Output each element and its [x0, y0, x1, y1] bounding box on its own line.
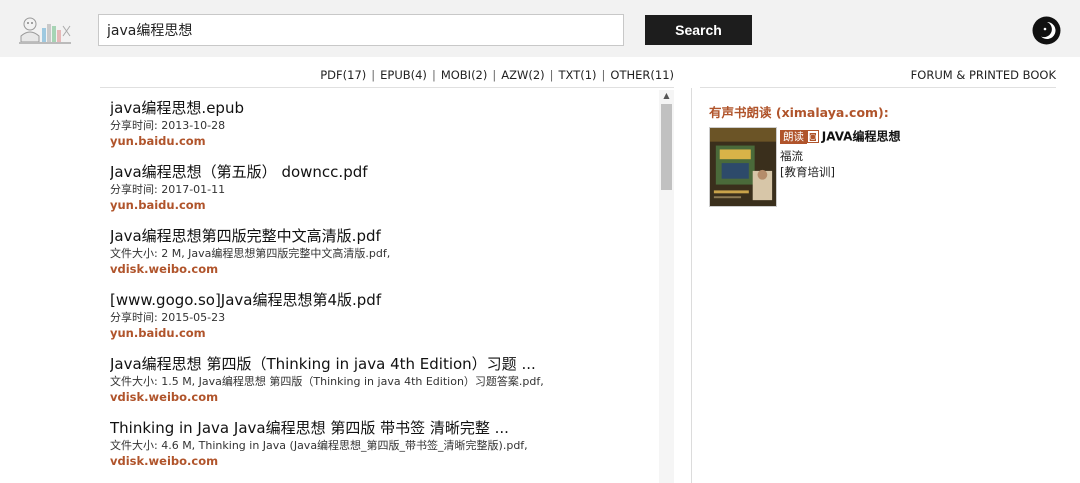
- top-header: Search: [0, 0, 1080, 57]
- result-title-link[interactable]: Java编程思想（第五版） downcc.pdf: [110, 162, 655, 182]
- result-meta: 文件大小: 2 M, Java编程思想第四版完整中文高清版.pdf,: [110, 247, 391, 260]
- format-filter-bar: PDF(17) | EPUB(4) | MOBI(2) | AZW(2) | TXT(1) | OT…: [100, 68, 674, 82]
- result-item: Java编程思想（第五版） downcc.pdf 分享时间: 2017-01-1…: [110, 162, 655, 213]
- result-item: java编程思想.epub 分享时间: 2013-10-28 yun.baidu…: [110, 98, 655, 149]
- scroll-up-arrow-icon[interactable]: ▲: [659, 90, 674, 102]
- result-item: Java编程思想 第四版（Thinking in java 4th Editio…: [110, 354, 655, 405]
- result-meta: 文件大小: 1.5 M, Java编程思想 第四版（Thinking in ja…: [110, 375, 544, 388]
- theme-toggle-icon[interactable]: [1032, 16, 1061, 45]
- logo-icon[interactable]: [16, 14, 74, 46]
- result-source-link[interactable]: yun.baidu.com: [110, 198, 655, 213]
- result-meta: 分享时间: 2013-10-28: [110, 119, 226, 132]
- result-item: Java编程思想第四版完整中文高清版.pdf 文件大小: 2 M, Java编程…: [110, 226, 655, 277]
- result-title-link[interactable]: Thinking in Java Java编程思想 第四版 带书签 清晰完整 .…: [110, 418, 655, 438]
- forum-printed-book-link[interactable]: FORUM & PRINTED BOOK: [700, 68, 1056, 82]
- result-meta: 分享时间: 2015-05-23: [110, 311, 226, 324]
- results-scrollbar[interactable]: ▲: [659, 90, 674, 483]
- separator: |: [492, 68, 497, 82]
- search-button[interactable]: Search: [645, 15, 752, 45]
- separator: |: [601, 68, 606, 82]
- audio-tag-icon: ◙: [807, 130, 819, 143]
- format-txt-link[interactable]: TXT(1): [559, 68, 597, 82]
- audiobook-author: 福流: [780, 148, 803, 163]
- sidebar-divider: [700, 87, 1056, 88]
- result-title-link[interactable]: Java编程思想 第四版（Thinking in java 4th Editio…: [110, 354, 655, 374]
- column-divider: [691, 88, 692, 483]
- scroll-thumb[interactable]: [661, 104, 672, 190]
- result-source-link[interactable]: vdisk.weibo.com: [110, 390, 655, 405]
- result-source-link[interactable]: vdisk.weibo.com: [110, 262, 655, 277]
- result-source-link[interactable]: yun.baidu.com: [110, 134, 655, 149]
- separator: |: [431, 68, 436, 82]
- format-other-link[interactable]: OTHER(11): [610, 68, 674, 82]
- result-meta: 分享时间: 2017-01-11: [110, 183, 226, 196]
- audiobook-info: 朗读 ◙ JAVA编程思想 福流 [教育培训]: [780, 128, 1060, 180]
- separator: |: [549, 68, 554, 82]
- format-bar-divider: [100, 87, 674, 88]
- audiobook-heading: 有声书朗读 (ximalaya.com):: [709, 105, 889, 120]
- format-epub-link[interactable]: EPUB(4): [380, 68, 427, 82]
- format-pdf-link[interactable]: PDF(17): [320, 68, 366, 82]
- separator: |: [371, 68, 376, 82]
- search-input[interactable]: [98, 14, 624, 46]
- result-meta: 文件大小: 4.6 M, Thinking in Java (Java编程思想_…: [110, 439, 528, 452]
- format-mobi-link[interactable]: MOBI(2): [441, 68, 488, 82]
- result-title-link[interactable]: java编程思想.epub: [110, 98, 655, 118]
- results-list: java编程思想.epub 分享时间: 2013-10-28 yun.baidu…: [100, 90, 660, 483]
- result-source-link[interactable]: vdisk.weibo.com: [110, 454, 655, 469]
- read-aloud-badge: 朗读: [780, 129, 807, 144]
- result-title-link[interactable]: [www.gogo.so]Java编程思想第4版.pdf: [110, 290, 655, 310]
- audiobook-title-link[interactable]: JAVA编程思想: [822, 130, 901, 144]
- result-item: Thinking in Java Java编程思想 第四版 带书签 清晰完整 .…: [110, 418, 655, 469]
- result-source-link[interactable]: yun.baidu.com: [110, 326, 655, 341]
- result-item: [www.gogo.so]Java编程思想第4版.pdf 分享时间: 2015-…: [110, 290, 655, 341]
- result-title-link[interactable]: Java编程思想第四版完整中文高清版.pdf: [110, 226, 655, 246]
- format-azw-link[interactable]: AZW(2): [501, 68, 544, 82]
- book-cover-image[interactable]: [709, 127, 777, 207]
- audiobook-category: [教育培训]: [780, 164, 835, 179]
